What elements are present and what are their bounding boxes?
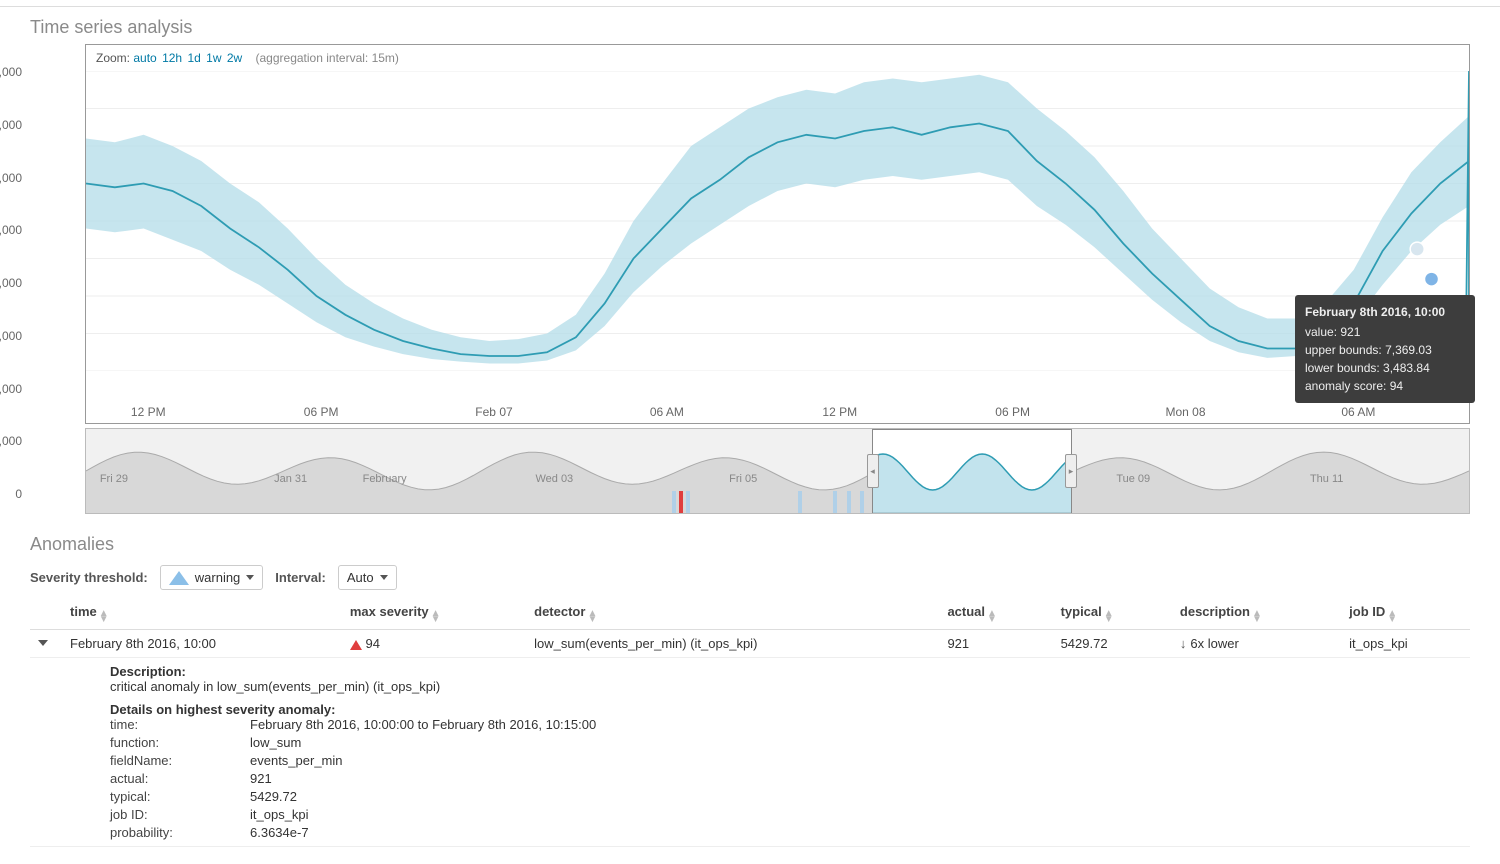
x-tick: 06 PM — [995, 405, 1030, 419]
x-tick: Feb 07 — [475, 405, 512, 419]
tooltip-upper: upper bounds: 7,369.03 — [1305, 341, 1465, 359]
down-arrow-icon: ↓ — [1180, 636, 1187, 651]
zoom-2w[interactable]: 2w — [227, 51, 242, 65]
col-max-severity[interactable]: max severity▲▼ — [342, 598, 526, 630]
col-detector[interactable]: detector▲▼ — [526, 598, 939, 630]
tooltip-lower: lower bounds: 3,483.84 — [1305, 359, 1465, 377]
zoom-1d[interactable]: 1d — [187, 51, 200, 65]
desc-text: critical anomaly in low_sum(events_per_m… — [110, 679, 1462, 694]
nav-tick: February — [363, 473, 407, 485]
x-axis: 12 PM 06 PM Feb 07 06 AM 12 PM 06 PM Mon… — [86, 401, 1469, 423]
brush-handle-right[interactable]: ▸ — [1065, 454, 1077, 488]
x-tick: 06 PM — [304, 405, 339, 419]
col-time[interactable]: time▲▼ — [62, 598, 342, 630]
y-tick: 5,000 — [0, 223, 22, 237]
table-row[interactable]: February 8th 2016, 10:00 94 low_sum(even… — [30, 630, 1470, 658]
nav-tick: Fri 05 — [729, 473, 757, 485]
anomaly-tooltip: February 8th 2016, 10:00 value: 921 uppe… — [1295, 295, 1475, 403]
y-tick: 6,000 — [0, 171, 22, 185]
severity-threshold-value: warning — [195, 570, 241, 585]
aggregation-interval: (aggregation interval: 15m) — [256, 51, 399, 65]
d-func-l: function: — [110, 735, 250, 750]
y-tick: 4,000 — [0, 276, 22, 290]
col-typical[interactable]: typical▲▼ — [1053, 598, 1172, 630]
tooltip-title: February 8th 2016, 10:00 — [1305, 303, 1465, 321]
brush-handle-left[interactable]: ◂ — [867, 454, 879, 488]
table-row-detail: Description: critical anomaly in low_sum… — [30, 658, 1470, 847]
main-line-chart[interactable] — [86, 71, 1469, 371]
d-job-l: job ID: — [110, 807, 250, 822]
nav-tick: Fri 29 — [100, 473, 128, 485]
y-tick: 3,000 — [0, 329, 22, 343]
desc-heading: Description: — [110, 664, 186, 679]
severity-threshold-select[interactable]: warning — [160, 565, 264, 590]
d-field-v: events_per_min — [250, 753, 1462, 768]
zoom-bar: Zoom: auto 12h 1d 1w 2w (aggregation int… — [86, 45, 1469, 71]
d-time-v: February 8th 2016, 10:00:00 to February … — [250, 717, 1462, 732]
d-typ-l: typical: — [110, 789, 250, 804]
y-tick: 2,000 — [0, 382, 22, 396]
y-tick: 8,000 — [0, 65, 22, 79]
nav-tick: Wed 03 — [535, 473, 573, 485]
interval-label: Interval: — [275, 570, 326, 585]
nav-tick: Thu 11 — [1310, 473, 1343, 485]
timeseries-heading: Time series analysis — [30, 17, 1500, 38]
tooltip-score: anomaly score: 94 — [1305, 377, 1465, 395]
chevron-down-icon — [380, 575, 388, 580]
x-tick: 06 AM — [1341, 405, 1375, 419]
y-tick: 1,000 — [0, 434, 22, 448]
severity-threshold-label: Severity threshold: — [30, 570, 148, 585]
interval-select[interactable]: Auto — [338, 565, 397, 590]
navigator-brush[interactable]: ◂ ▸ — [872, 429, 1073, 513]
critical-icon — [350, 640, 362, 650]
cell-description: ↓6x lower — [1172, 630, 1341, 658]
d-time-l: time: — [110, 717, 250, 732]
warning-icon — [169, 571, 189, 585]
zoom-1w[interactable]: 1w — [206, 51, 221, 65]
nav-tick: Jan 31 — [274, 473, 307, 485]
d-func-v: low_sum — [250, 735, 1462, 750]
main-chart: 0 1,000 2,000 3,000 4,000 5,000 6,000 7,… — [30, 44, 1470, 516]
interval-value: Auto — [347, 570, 374, 585]
d-field-l: fieldName: — [110, 753, 250, 768]
cell-actual: 921 — [939, 630, 1052, 658]
x-tick: 12 PM — [822, 405, 857, 419]
d-act-v: 921 — [250, 771, 1462, 786]
anomalies-table: time▲▼ max severity▲▼ detector▲▼ actual▲… — [30, 598, 1470, 847]
d-job-v: it_ops_kpi — [250, 807, 1462, 822]
y-tick: 7,000 — [0, 118, 22, 132]
x-tick: Mon 08 — [1165, 405, 1205, 419]
d-typ-v: 5429.72 — [250, 789, 1462, 804]
zoom-auto[interactable]: auto — [133, 51, 156, 65]
anomalies-heading: Anomalies — [30, 534, 1500, 555]
y-tick: 0 — [15, 487, 22, 501]
cell-job-id: it_ops_kpi — [1341, 630, 1470, 658]
x-tick: 12 PM — [131, 405, 166, 419]
chevron-down-icon — [246, 575, 254, 580]
zoom-label: Zoom: — [96, 51, 130, 65]
col-job-id[interactable]: job ID▲▼ — [1341, 598, 1470, 630]
col-actual[interactable]: actual▲▼ — [939, 598, 1052, 630]
expand-row-icon[interactable] — [38, 640, 48, 646]
col-description[interactable]: description▲▼ — [1172, 598, 1341, 630]
cell-time: February 8th 2016, 10:00 — [62, 630, 342, 658]
cell-typical: 5429.72 — [1053, 630, 1172, 658]
cell-detector: low_sum(events_per_min) (it_ops_kpi) — [526, 630, 939, 658]
x-tick: 06 AM — [650, 405, 684, 419]
cell-max-severity: 94 — [342, 630, 526, 658]
nav-tick: Tue 09 — [1116, 473, 1150, 485]
zoom-12h[interactable]: 12h — [162, 51, 182, 65]
d-prob-l: probability: — [110, 825, 250, 840]
d-act-l: actual: — [110, 771, 250, 786]
tooltip-value: value: 921 — [1305, 323, 1465, 341]
d-prob-v: 6.3634e-7 — [250, 825, 1462, 840]
navigator-chart[interactable]: Fri 29 Jan 31 February Wed 03 Fri 05 Feb… — [85, 428, 1470, 514]
highest-heading: Details on highest severity anomaly: — [110, 702, 335, 717]
